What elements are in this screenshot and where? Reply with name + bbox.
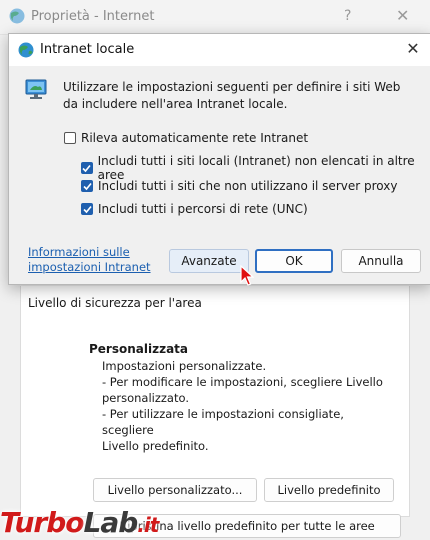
- checkbox-include-no-proxy-sites[interactable]: Includi tutti i siti che non utilizzano …: [81, 179, 397, 193]
- checkbox-label: Includi tutti i siti che non utilizzano …: [98, 179, 398, 193]
- checkmark-icon: [82, 164, 91, 172]
- advanced-button[interactable]: Avanzate: [169, 249, 249, 273]
- checkbox-checked[interactable]: [81, 203, 93, 215]
- dialog-description: Utilizzare le impostazioni seguenti per …: [63, 80, 401, 111]
- checkbox-include-local-sites[interactable]: Includi tutti i siti locali (Intranet) n…: [81, 154, 430, 182]
- turbolab-watermark: TurboLab.it: [0, 506, 159, 539]
- custom-description-line: - Per utilizzare le impostazioni consigl…: [102, 407, 344, 437]
- custom-description-line: Impostazioni personalizzate.: [102, 359, 267, 373]
- custom-description-line: Livello predefinito.: [102, 439, 209, 453]
- close-icon[interactable]: ✕: [403, 39, 423, 58]
- ok-button[interactable]: OK: [255, 249, 333, 273]
- internet-properties-titlebar: Proprietà - Internet ? ✕: [0, 0, 430, 35]
- checkbox-auto-detect-intranet[interactable]: Rileva automaticamente rete Intranet: [64, 131, 308, 145]
- internet-globe-icon: [18, 42, 34, 58]
- custom-level-title: Personalizzata: [89, 342, 189, 356]
- default-level-button[interactable]: Livello predefinito: [264, 478, 394, 502]
- custom-description-line: personalizzato.: [102, 391, 189, 405]
- watermark-part: Turbo: [0, 506, 85, 539]
- close-icon[interactable]: ✕: [396, 6, 409, 25]
- watermark-part: Lab: [83, 506, 139, 539]
- checkbox-include-unc-paths[interactable]: Includi tutti i percorsi di rete (UNC): [81, 202, 308, 216]
- watermark-part: .it: [137, 513, 159, 537]
- checkbox-checked[interactable]: [81, 162, 93, 174]
- checkbox-label: Includi tutti i siti locali (Intranet) n…: [97, 154, 415, 182]
- custom-level-description: Impostazioni personalizzate. - Per modif…: [102, 358, 392, 454]
- checkbox-checked[interactable]: [81, 180, 93, 192]
- dialog-title: Intranet locale: [40, 42, 135, 57]
- checkmark-icon: [82, 182, 92, 190]
- cancel-button[interactable]: Annulla: [341, 249, 421, 273]
- checkbox-label: Rileva automaticamente rete Intranet: [81, 131, 309, 145]
- intranet-settings-help-link[interactable]: Informazioni sulle impostazioni Intranet: [28, 245, 158, 275]
- mouse-cursor-icon: [240, 265, 254, 286]
- internet-globe-icon: [9, 8, 25, 24]
- checkmark-icon: [82, 205, 92, 213]
- internet-properties-title: Proprietà - Internet: [31, 9, 155, 24]
- intranet-locale-dialog: Intranet locale ✕ Utilizzare le impostaz…: [8, 33, 430, 285]
- zone-security-level-label: Livello di sicurezza per l'area: [28, 296, 202, 310]
- dialog-titlebar: Intranet locale ✕: [9, 34, 430, 66]
- network-monitor-icon: [25, 79, 47, 99]
- checkbox-unchecked[interactable]: [64, 132, 76, 144]
- checkbox-label: Includi tutti i percorsi di rete (UNC): [98, 202, 308, 216]
- custom-level-button[interactable]: Livello personalizzato...: [93, 478, 257, 502]
- help-icon[interactable]: ?: [344, 8, 351, 24]
- custom-description-line: - Per modificare le impostazioni, scegli…: [102, 375, 383, 389]
